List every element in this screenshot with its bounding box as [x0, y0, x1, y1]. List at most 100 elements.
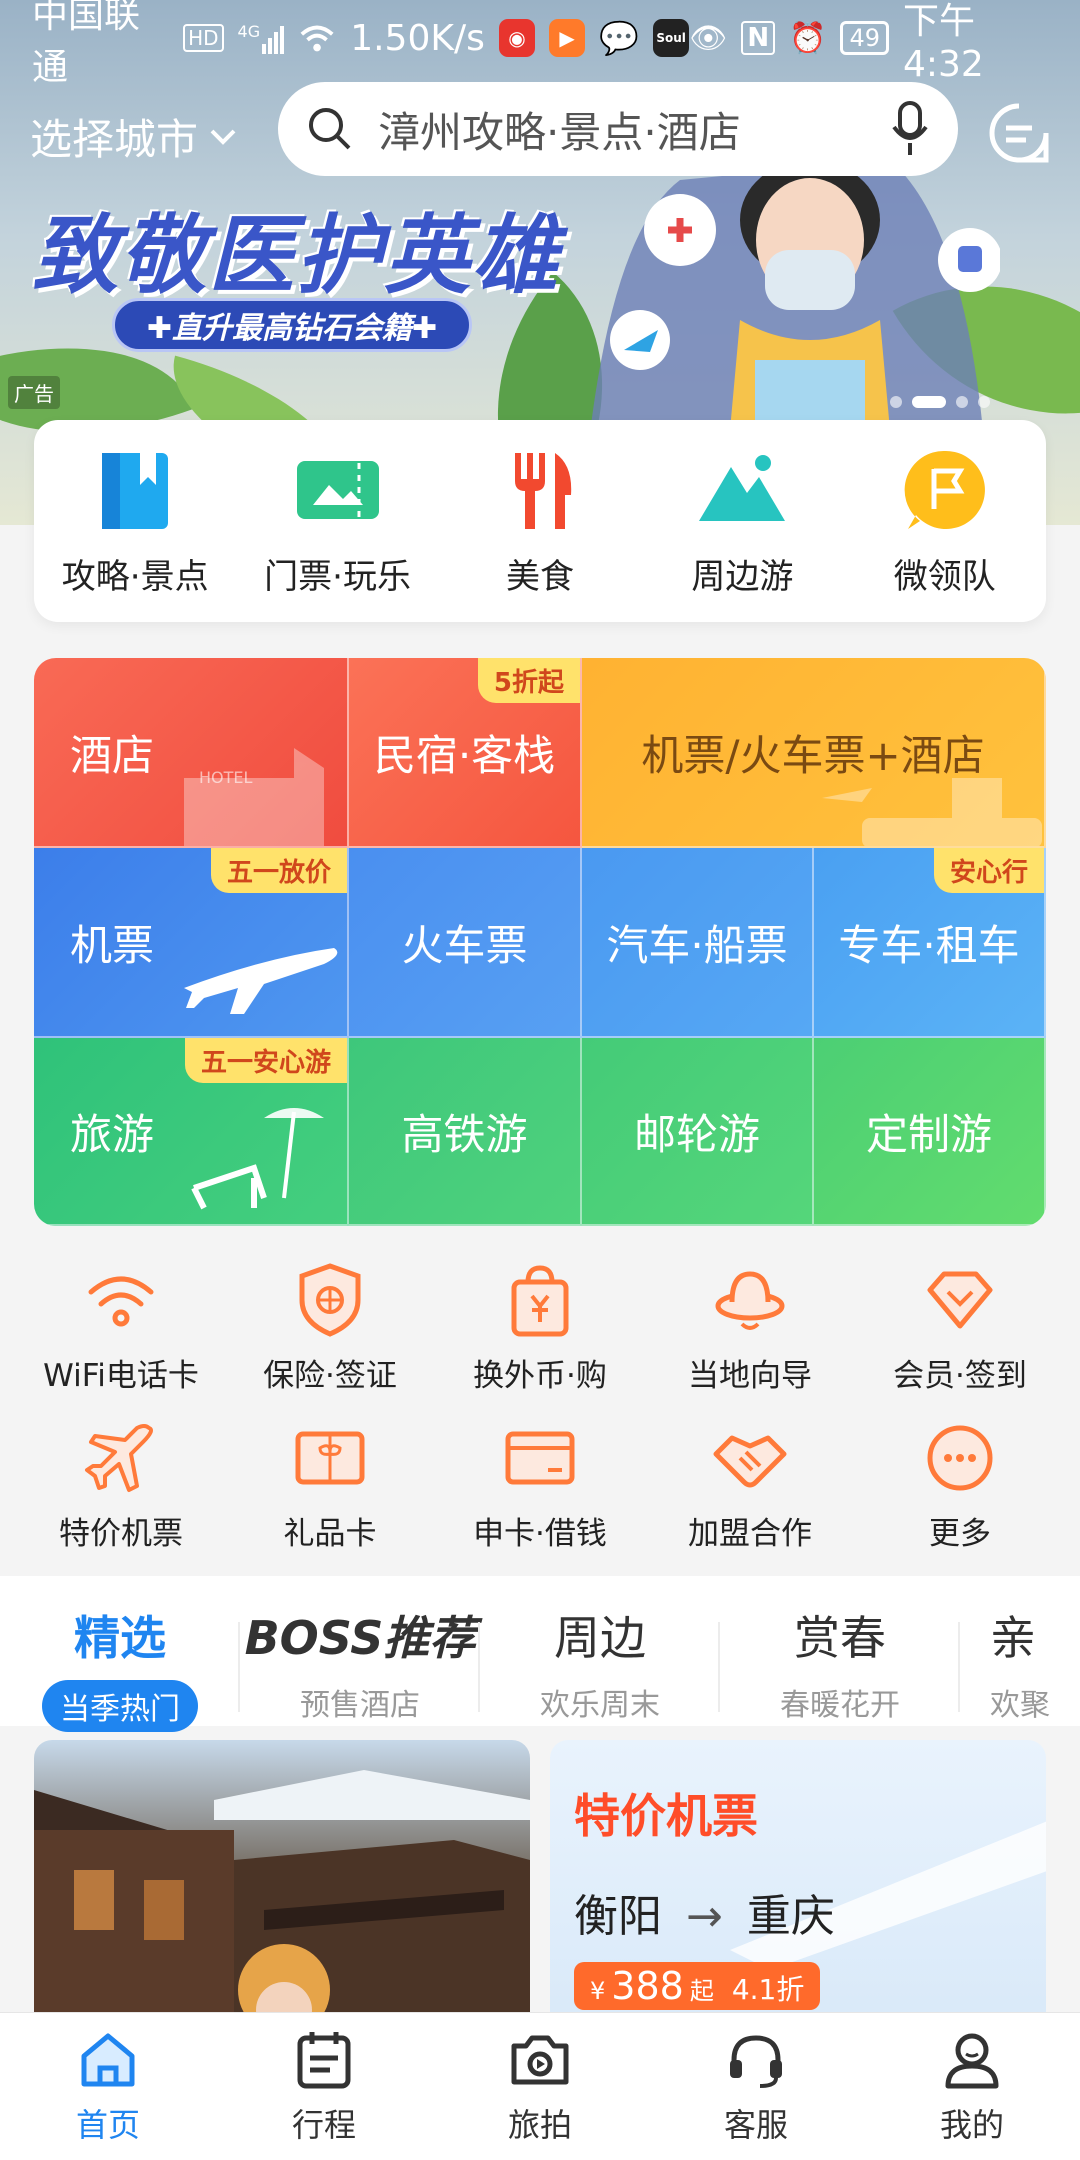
- tab-featured[interactable]: 精选 当季热门: [0, 1602, 240, 1732]
- gift-card-icon: [295, 1431, 365, 1485]
- flag-icon: [904, 450, 985, 529]
- quick-nav-label: 美食: [505, 556, 574, 597]
- quick-nav-guide[interactable]: 攻略·景点: [40, 445, 230, 598]
- grid-custom-tour[interactable]: 定制游: [814, 1038, 1046, 1226]
- quick-nav: 攻略·景点 门票·玩乐 美食 周边游 微领队: [34, 420, 1046, 622]
- route-arrow-icon: →: [686, 1891, 723, 1942]
- route-to: 重庆: [746, 1891, 835, 1942]
- tab-title: 精选: [74, 1611, 166, 1665]
- nav-itinerary[interactable]: 行程: [224, 2028, 424, 2146]
- grid-hsr-tour[interactable]: 高铁游: [349, 1038, 582, 1226]
- price-suffix: 起: [689, 1977, 714, 2005]
- handshake-icon: [713, 1435, 787, 1488]
- service-label: 保险·签证: [263, 1358, 397, 1394]
- service-cheap-flights[interactable]: 特价机票: [16, 1420, 226, 1553]
- nav-profile[interactable]: 我的: [872, 2028, 1072, 2146]
- search-bar[interactable]: 漳州攻略·景点·酒店: [278, 82, 958, 176]
- hotel-sign: HOTEL: [199, 768, 253, 787]
- grid-car[interactable]: 专车·租车 安心行: [814, 848, 1046, 1038]
- grid-hotel[interactable]: 酒店 HOTEL: [34, 658, 349, 848]
- service-guide[interactable]: 当地向导: [645, 1262, 855, 1395]
- beach-chair-icon: [191, 1108, 324, 1210]
- nav-label: 首页: [75, 2105, 140, 2144]
- service-partnership[interactable]: 加盟合作: [645, 1420, 855, 1553]
- feed-tabs: 精选 当季热门 BOSS推荐 预售酒店 周边 欢乐周末 赏春 春暖花开 亲 欢聚: [0, 1576, 1080, 1732]
- service-currency[interactable]: 换外币·购: [435, 1262, 645, 1395]
- fork-knife-icon: [514, 452, 572, 529]
- tab-family[interactable]: 亲 欢聚: [960, 1602, 1080, 1724]
- pager-dot: [978, 396, 990, 408]
- alarm-icon: ⏰: [789, 20, 827, 56]
- grid-train-label: 火车票: [401, 920, 528, 970]
- service-label: 会员·签到: [893, 1358, 1027, 1394]
- message-icon[interactable]: [988, 102, 1050, 164]
- nav-customer-service[interactable]: 客服: [656, 2028, 856, 2146]
- video-app-icon: ▶: [549, 19, 586, 57]
- grid-hsr-label: 高铁游: [401, 1109, 528, 1159]
- wifi-icon: [88, 1276, 154, 1327]
- tab-spring[interactable]: 赏春 春暖花开: [720, 1602, 960, 1724]
- microphone-icon[interactable]: [890, 101, 930, 157]
- quick-nav-label: 门票·玩乐: [264, 556, 411, 597]
- service-wifi[interactable]: WiFi电话卡: [16, 1262, 226, 1395]
- service-grid: 酒店 HOTEL 民宿·客栈 5折起 机票/火车票+酒店 机票 五一放价 火车票…: [34, 658, 1046, 1226]
- soul-app-icon: Soul: [653, 19, 690, 57]
- grid-cruise[interactable]: 邮轮游: [582, 1038, 814, 1226]
- service-label: 加盟合作: [688, 1516, 812, 1552]
- service-label: WiFi电话卡: [43, 1358, 199, 1394]
- pager-dot: [890, 396, 902, 408]
- nav-travel-photo[interactable]: 旅拍: [440, 2028, 640, 2146]
- service-label: 申卡·借钱: [473, 1516, 607, 1552]
- airplane-icon: [184, 948, 338, 1014]
- grid-flight-hotel[interactable]: 机票/火车票+酒店: [582, 658, 1046, 848]
- nav-label: 行程: [291, 2105, 356, 2144]
- price-value: 388: [611, 1964, 684, 2008]
- quick-nav-food[interactable]: 美食: [445, 445, 635, 598]
- ticket-icon: [296, 460, 379, 519]
- quick-nav-label: 微领队: [893, 556, 996, 597]
- grid-train[interactable]: 火车票: [349, 848, 582, 1038]
- service-member[interactable]: 会员·签到: [855, 1262, 1065, 1395]
- credit-card-icon: [505, 1431, 575, 1485]
- grid-flight[interactable]: 机票 五一放价: [34, 848, 349, 1038]
- service-gift-card[interactable]: 礼品卡: [225, 1420, 435, 1553]
- quick-nav-label: 周边游: [691, 556, 794, 597]
- grid-homestay-label: 民宿·客栈: [373, 730, 556, 780]
- banner-title: 致敬医护英雄: [32, 206, 560, 306]
- service-insurance[interactable]: 保险·签证: [225, 1262, 435, 1395]
- currency-symbol: ¥: [590, 1977, 606, 2005]
- tab-title: BOSS推荐: [244, 1611, 476, 1665]
- tab-title: 周边: [554, 1611, 646, 1665]
- tab-nearby[interactable]: 周边 欢乐周末: [480, 1602, 720, 1724]
- status-bar: 中国联通 HD 4G 1.50K/s ◉ ▶ 💬 Soul 👁 N ⏰ 49 下…: [0, 0, 1080, 88]
- music-app-icon: ◉: [498, 19, 536, 57]
- guide-hat-icon: [715, 1271, 785, 1330]
- grid-cruise-label: 邮轮游: [633, 1109, 760, 1159]
- nav-home[interactable]: 首页: [8, 2028, 208, 2146]
- home-icon: [81, 2033, 135, 2086]
- quick-nav-nearby[interactable]: 周边游: [647, 445, 837, 598]
- tab-subtitle: 春暖花开: [780, 1688, 900, 1723]
- homestay-tag: 5折起: [477, 658, 580, 703]
- tab-subtitle: 预售酒店: [300, 1688, 420, 1723]
- city-selector[interactable]: 选择城市: [30, 106, 238, 167]
- service-label: 换外币·购: [473, 1358, 607, 1394]
- service-more[interactable]: 更多: [855, 1420, 1065, 1553]
- grid-travel[interactable]: 旅游 五一安心游: [34, 1038, 349, 1226]
- quick-nav-team[interactable]: 微领队: [850, 445, 1040, 598]
- service-credit-card[interactable]: 申卡·借钱: [435, 1420, 645, 1553]
- city-plane-icon: [822, 778, 1042, 846]
- service-label: 更多: [929, 1516, 991, 1552]
- grid-homestay[interactable]: 民宿·客栈 5折起: [349, 658, 582, 848]
- flight-route: 衡阳 → 重庆: [574, 1880, 835, 1944]
- diamond-icon: [927, 1271, 993, 1329]
- tab-boss-recommend[interactable]: BOSS推荐 预售酒店: [240, 1602, 480, 1724]
- network-speed: 1.50K/s: [350, 17, 485, 59]
- headset-icon: [730, 2034, 782, 2088]
- tab-subtitle: 欢聚: [990, 1688, 1050, 1723]
- grid-bus-ship-label: 汽车·船票: [606, 920, 788, 970]
- quick-nav-tickets[interactable]: 门票·玩乐: [243, 445, 433, 598]
- tab-title: 亲: [990, 1611, 1036, 1665]
- grid-bus-ship[interactable]: 汽车·船票: [582, 848, 814, 1038]
- grid-car-label: 专车·租车: [838, 920, 1020, 970]
